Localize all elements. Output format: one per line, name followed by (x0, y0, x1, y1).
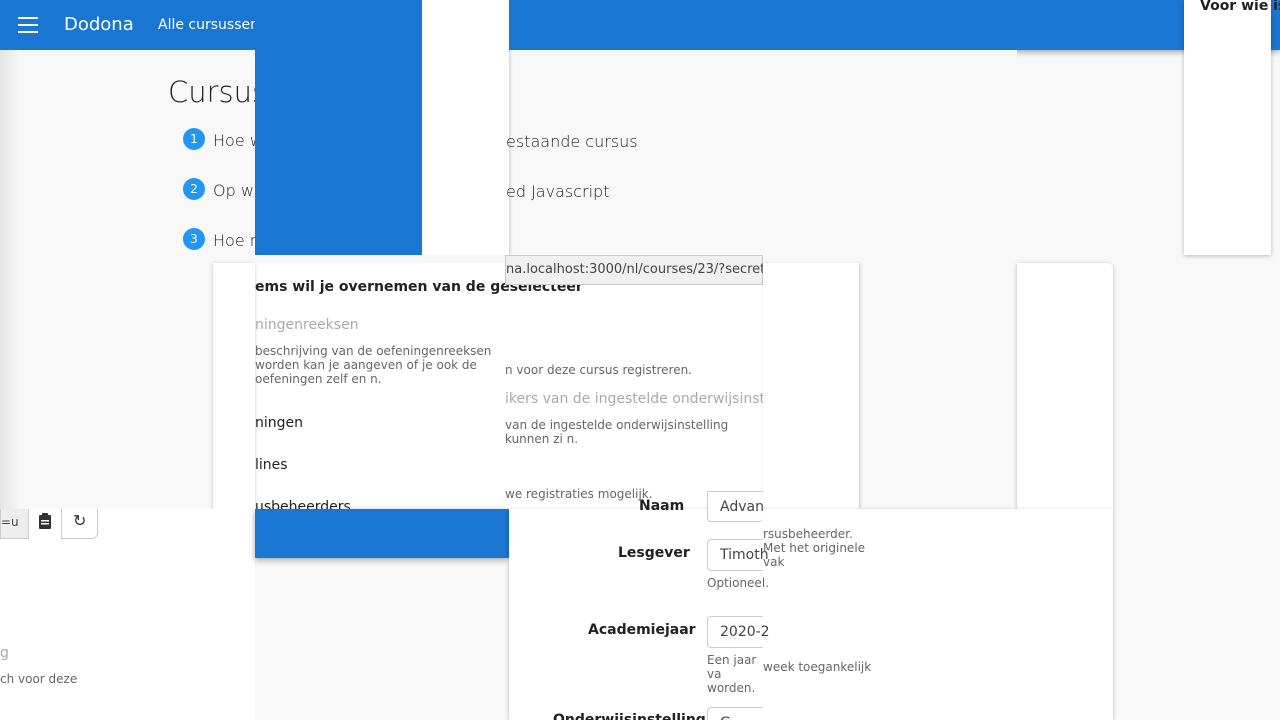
deadlines-option[interactable]: lines (255, 457, 288, 473)
registration-help: n voor deze cursus registreren. (505, 363, 692, 377)
exercises-option[interactable]: ningen (255, 415, 303, 431)
step-detail: ed Javascript (506, 182, 610, 201)
card-fragment (1017, 263, 1113, 509)
institution-option[interactable]: ikers van de ingestelde onderwijsinstell… (505, 391, 794, 407)
institution-select[interactable]: G (707, 707, 763, 720)
teacher-help: Optioneel. (707, 576, 769, 590)
name-label: Naam (639, 498, 685, 514)
year-help-continued: week toegankelijk (763, 660, 872, 674)
teacher-label: Lesgever (618, 545, 690, 561)
year-label: Academiejaar (588, 622, 696, 638)
series-label: ningenreeksen (255, 317, 359, 333)
appbar-fragment (255, 509, 509, 558)
brand-link[interactable]: Dodona (64, 14, 134, 35)
card-fragment (763, 263, 859, 509)
help-text: ch voor deze (0, 672, 78, 686)
series-help: beschrijving van de oefeningenreeksen wo… (255, 344, 492, 386)
step-number: 3 (183, 228, 205, 250)
nav-all-courses[interactable]: Alle cursussen (158, 17, 259, 33)
left-card-fragment: =u ↻ g ch voor deze (0, 509, 255, 720)
year-help: Een jaar va worden. (707, 653, 757, 695)
page-title: Cursus (168, 75, 268, 109)
refresh-icon[interactable]: ↻ (62, 509, 97, 538)
new-registrations-help: we registraties mogelijk. (505, 487, 653, 501)
step-number: 2 (183, 178, 205, 200)
side-card: Voor wie is (1184, 0, 1280, 255)
manager-help: rsusbeheerder. Met het originele vak (763, 527, 866, 569)
institution-help: van de ingestelde onderwijsinstelling ku… (505, 418, 729, 446)
institution-label: Onderwijsinstelling (553, 712, 706, 720)
teacher-input[interactable]: Timoth (707, 539, 769, 571)
appbar-fragment (509, 0, 1017, 50)
clipboard-icon[interactable] (27, 509, 63, 539)
menu-icon[interactable] (18, 17, 38, 33)
year-input[interactable]: 2020-2 (707, 616, 770, 648)
step-number: 1 (183, 128, 205, 150)
course-form: Naam Advan Lesgever Timoth Optioneel. Ac… (509, 491, 1113, 720)
name-input[interactable]: Advan (707, 491, 764, 522)
side-heading: Voor wie is (1200, 0, 1280, 14)
registration-url-field[interactable]: na.localhost:3000/nl/courses/23/?secret= (505, 255, 776, 285)
muted-label: g (0, 645, 9, 661)
step-detail: estaande cursus (506, 132, 638, 151)
copy-options-card: ems wil je overnemen van de geselecteer … (213, 255, 794, 515)
url-input[interactable]: =u (1, 509, 28, 538)
